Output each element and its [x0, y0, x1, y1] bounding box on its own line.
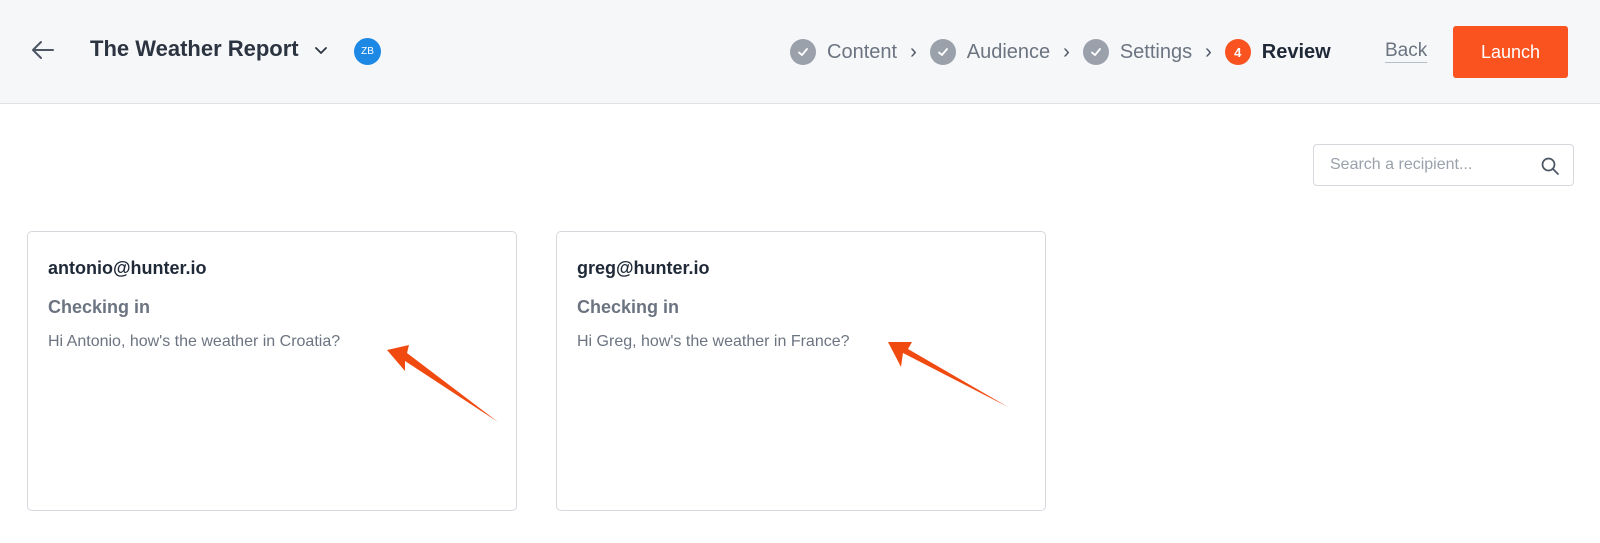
launch-button[interactable]: Launch: [1453, 26, 1568, 78]
check-icon: [1082, 39, 1109, 65]
back-link[interactable]: Back: [1385, 40, 1427, 62]
step-settings[interactable]: Settings: [1082, 39, 1193, 65]
email-subject: Checking in: [577, 297, 680, 317]
step-label: Audience: [966, 40, 1051, 63]
search-icon[interactable]: [1540, 156, 1560, 176]
recipient-email: greg@hunter.io: [577, 258, 710, 278]
email-body: Hi Antonio, how's the weather in Croatia…: [48, 333, 341, 350]
step-review[interactable]: 4 Review: [1224, 39, 1331, 65]
arrow-left-icon[interactable]: [28, 38, 56, 62]
search-input[interactable]: [1330, 145, 1530, 185]
recipient-card[interactable]: antonio@hunter.io Checking in Hi Antonio…: [27, 231, 517, 511]
step-audience[interactable]: Audience: [929, 39, 1051, 65]
recipient-email: antonio@hunter.io: [48, 258, 207, 278]
step-separator: ›: [1205, 41, 1212, 63]
recipient-card[interactable]: greg@hunter.io Checking in Hi Greg, how'…: [556, 231, 1046, 511]
step-label: Content: [827, 40, 898, 63]
email-body: Hi Greg, how's the weather in France?: [577, 333, 850, 350]
progress-steps: Content › Audience › Settings › 4 Review: [790, 38, 1331, 66]
check-icon: [790, 39, 816, 65]
step-separator: ›: [1063, 41, 1070, 63]
step-content[interactable]: Content: [790, 39, 897, 65]
recipient-search: [1313, 144, 1574, 186]
chevron-down-icon[interactable]: [313, 42, 329, 58]
campaign-title[interactable]: The Weather Report: [90, 36, 299, 62]
email-subject: Checking in: [48, 297, 151, 317]
step-number-badge: 4: [1224, 39, 1251, 65]
check-icon: [929, 39, 956, 65]
top-bar: The Weather Report ZB Content › Audience…: [0, 0, 1600, 104]
step-separator: ›: [910, 41, 917, 63]
step-label: Settings: [1119, 40, 1193, 63]
owner-avatar: ZB: [354, 38, 381, 65]
step-label: Review: [1261, 40, 1331, 63]
